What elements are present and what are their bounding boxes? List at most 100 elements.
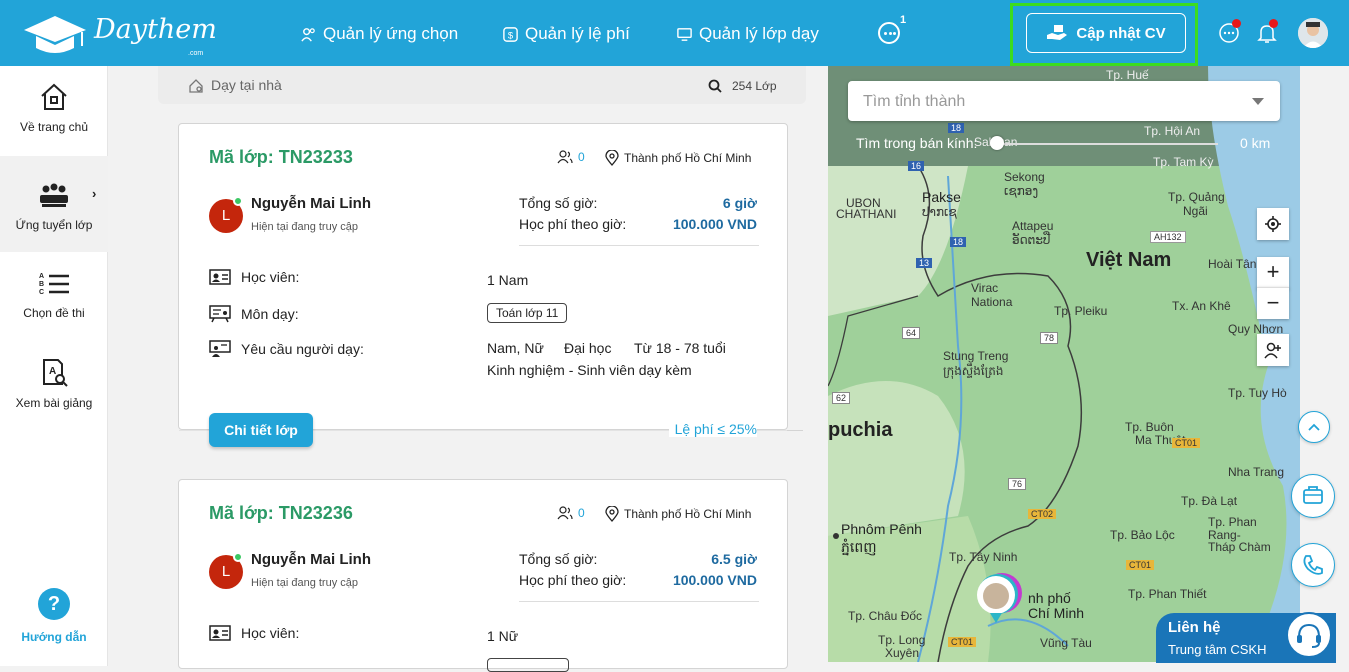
tutor-status: Hiện tại đang truy cập [251,577,359,589]
user-photo-icon [1298,18,1328,48]
map-label: puchia [828,419,893,441]
zoom-in-button[interactable]: + [1257,257,1289,289]
zoom-out-button[interactable]: − [1257,287,1289,319]
chevron-up-icon [1308,423,1320,431]
class-search-bar[interactable]: Dạy tại nhà 254 Lớp [158,66,806,104]
road-shield: CT01 [1172,438,1201,448]
radius-value: 0 km [1240,135,1271,151]
update-cv-button[interactable]: Cập nhật CV [1026,13,1186,53]
sidebar-item-label: Về trang chủ [19,120,89,134]
fee-icon: $ [503,26,518,42]
class-detail-button[interactable]: Chi tiết lớp [209,413,313,447]
map-label: nh phố [1028,590,1071,606]
monitor-icon [677,27,692,41]
add-user-button[interactable] [1257,334,1289,366]
rate-label: Học phí theo giờ: [519,216,627,232]
dot [888,32,892,35]
class-location: Thành phố Hồ Chí Minh [605,506,751,522]
svg-text:$: $ [508,30,514,41]
applicant-number: 0 [578,150,585,164]
radius-slider-handle[interactable] [990,136,1004,150]
call-button[interactable] [1291,543,1335,587]
tutor-avatar: L [209,196,243,233]
search-icon[interactable] [708,79,722,93]
sidebar-item-label: Ứng tuyển lớp [15,218,93,232]
class-code: Mã lớp: TN23233 [209,147,353,167]
road-shield: CT02 [1028,509,1057,519]
student-card-icon [209,269,231,285]
req-gender: Nam, Nữ [487,340,544,356]
class-marker-icon[interactable] [974,569,1024,625]
location-text: Thành phố Hồ Chí Minh [624,151,752,165]
map-label: Tp. Quảng [1168,190,1225,204]
online-dot [233,552,243,562]
scroll-top-button[interactable] [1298,411,1330,443]
sidebar-item-choose-exam[interactable]: ABC Chọn đề thi [0,270,108,346]
map-label: Tp. Tam Kỳ [1153,155,1214,169]
map-label: ອັດຕະປື [1012,233,1051,247]
sidebar-item-apply-class[interactable]: Ứng tuyển lớp › [0,156,108,252]
map-label: Tp. Hội An [1144,124,1201,138]
nav-manage-fees[interactable]: $ Quản lý lệ phí [502,24,630,44]
headset-icon [1297,623,1321,648]
map-label: Việt Nam [1086,249,1172,271]
user-avatar[interactable] [1298,18,1328,48]
radius-slider-track[interactable] [998,143,1218,145]
province-select[interactable]: Tìm tỉnh thành [848,81,1280,121]
road-shield: 18 [950,237,967,247]
online-dot [233,196,243,206]
sidebar-item-home[interactable]: Về trang chủ [0,82,108,158]
bell-notification-dot [1269,19,1278,28]
nav-label: Quản lý lớp dạy [699,24,819,43]
brand-name: Daythem [94,14,217,45]
top-bar: Daythem .com Quản lý ứng chọn $ Quản lý … [0,0,1349,66]
nav-manage-classes[interactable]: Quản lý lớp dạy [676,24,819,44]
subject-tag [487,658,569,672]
more-badge: 1 [900,14,907,26]
nav-manage-applications[interactable]: Quản lý ứng chọn [300,24,458,44]
map-label: Tp. Phan Thiết [1128,587,1207,601]
question-icon: ? [38,588,70,620]
graduation-cap-icon [24,16,86,53]
sidebar-item-lectures[interactable]: A Xem bài giảng [0,358,108,434]
map-label: Tx. An Khê [1172,299,1231,313]
road-shield: CT01 [1126,560,1155,570]
location-pin-icon [605,150,619,166]
map-label: ເຊກອງ [1004,184,1039,198]
logo[interactable]: Daythem .com [20,12,217,57]
briefcase-button[interactable] [1291,474,1335,518]
sidebar-item-label: Xem bài giảng [15,396,93,410]
applicant-count: 0 [557,506,585,520]
headset-icon-wrap [1286,612,1332,658]
location-text: Thành phố Hồ Chí Minh [624,507,752,521]
map-label: Chí Minh [1028,605,1085,621]
support-title: Liên hệ [1168,619,1221,636]
home-outline-icon [189,79,203,93]
more-menu-button[interactable]: 1 [878,14,906,44]
students-row: Học viên: [209,625,299,641]
class-card: Mã lớp: TN23236 0 Thành phố Hồ Chí Minh … [178,479,788,672]
hand-box-icon [1047,25,1068,40]
map-label: Tp. Bảo Lộc [1110,528,1175,542]
map-label: Attapeu [1012,219,1054,233]
subject-label: Môn dạy: [241,306,299,322]
applicant-count: 0 [557,150,585,164]
tutor-initial: L [221,207,231,224]
customer-support-widget[interactable]: Liên hệ Trung tâm CSKH [1156,612,1336,663]
map-terrain [828,66,1300,662]
road-shield: 13 [916,258,933,268]
locate-button[interactable] [1257,208,1289,240]
class-location: Thành phố Hồ Chí Minh [605,150,751,166]
map-label: Xuyên [885,646,920,660]
phone-icon [1303,555,1323,575]
rate-label: Học phí theo giờ: [519,572,627,588]
update-cv-label: Cập nhật CV [1076,24,1166,42]
people-icon [557,506,573,520]
subject-tag: Toán lớp 11 [487,303,568,323]
chat-notification-dot [1232,19,1241,28]
sidebar: Về trang chủ Ứng tuyển lớp › ABC Chọn đề… [0,66,108,666]
hours-value: 6 giờ [722,195,757,211]
help-button[interactable]: ? Hướng dẫn [0,588,108,644]
map-panel[interactable]: Việt Nam puchia Pakse ປາກເຊ Sekong ເຊກອງ… [828,66,1300,662]
people-icon [557,150,573,164]
